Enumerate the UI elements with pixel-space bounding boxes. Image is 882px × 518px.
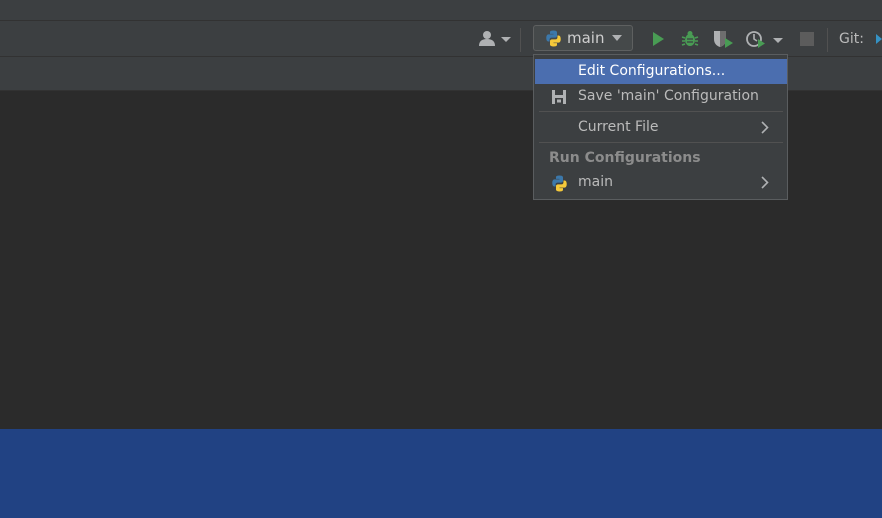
stop-icon [800,32,814,46]
run-with-coverage-button[interactable] [712,29,734,49]
bottom-panel [0,429,882,518]
toolbar-separator [520,28,521,52]
run-button[interactable] [648,29,668,49]
stop-button[interactable] [799,31,815,47]
menu-item-label: Current File [578,119,659,135]
python-icon [546,30,561,46]
menu-section-header: Run Configurations [549,150,701,166]
run-configuration-label: main [567,29,605,47]
menu-item-edit-configurations[interactable]: Edit Configurations... [535,59,787,84]
toolbar-separator [827,28,828,52]
user-icon [479,31,511,46]
menu-item-save-configuration[interactable]: Save 'main' Configuration [535,84,787,109]
git-update-icon[interactable] [876,34,882,44]
bug-icon [681,31,699,46]
chevron-right-icon [761,176,769,189]
chevron-right-icon [761,121,769,134]
debug-button[interactable] [680,29,700,49]
run-configuration-menu: Edit Configurations... Save 'main' Confi… [533,54,788,200]
main-toolbar: main Git: [0,21,882,57]
profile-button[interactable] [745,29,785,49]
menu-item-current-file[interactable]: Current File [535,115,787,140]
menu-separator [539,142,783,143]
git-label: Git: [839,31,864,47]
coverage-icon [714,31,733,48]
menu-item-run-config-main[interactable]: main [535,170,787,195]
title-strip [0,0,882,21]
python-icon [552,175,567,192]
menu-separator [539,111,783,112]
profiler-icon [746,31,783,48]
save-icon [552,90,566,104]
chevron-down-icon [612,35,622,41]
chevron-down-icon [501,37,511,42]
menu-item-label: main [578,174,613,190]
account-button[interactable] [476,30,514,48]
menu-item-label: Save 'main' Configuration [578,88,759,104]
play-icon [653,32,664,46]
run-configuration-selector[interactable]: main [533,25,633,51]
menu-item-label: Edit Configurations... [578,63,726,79]
